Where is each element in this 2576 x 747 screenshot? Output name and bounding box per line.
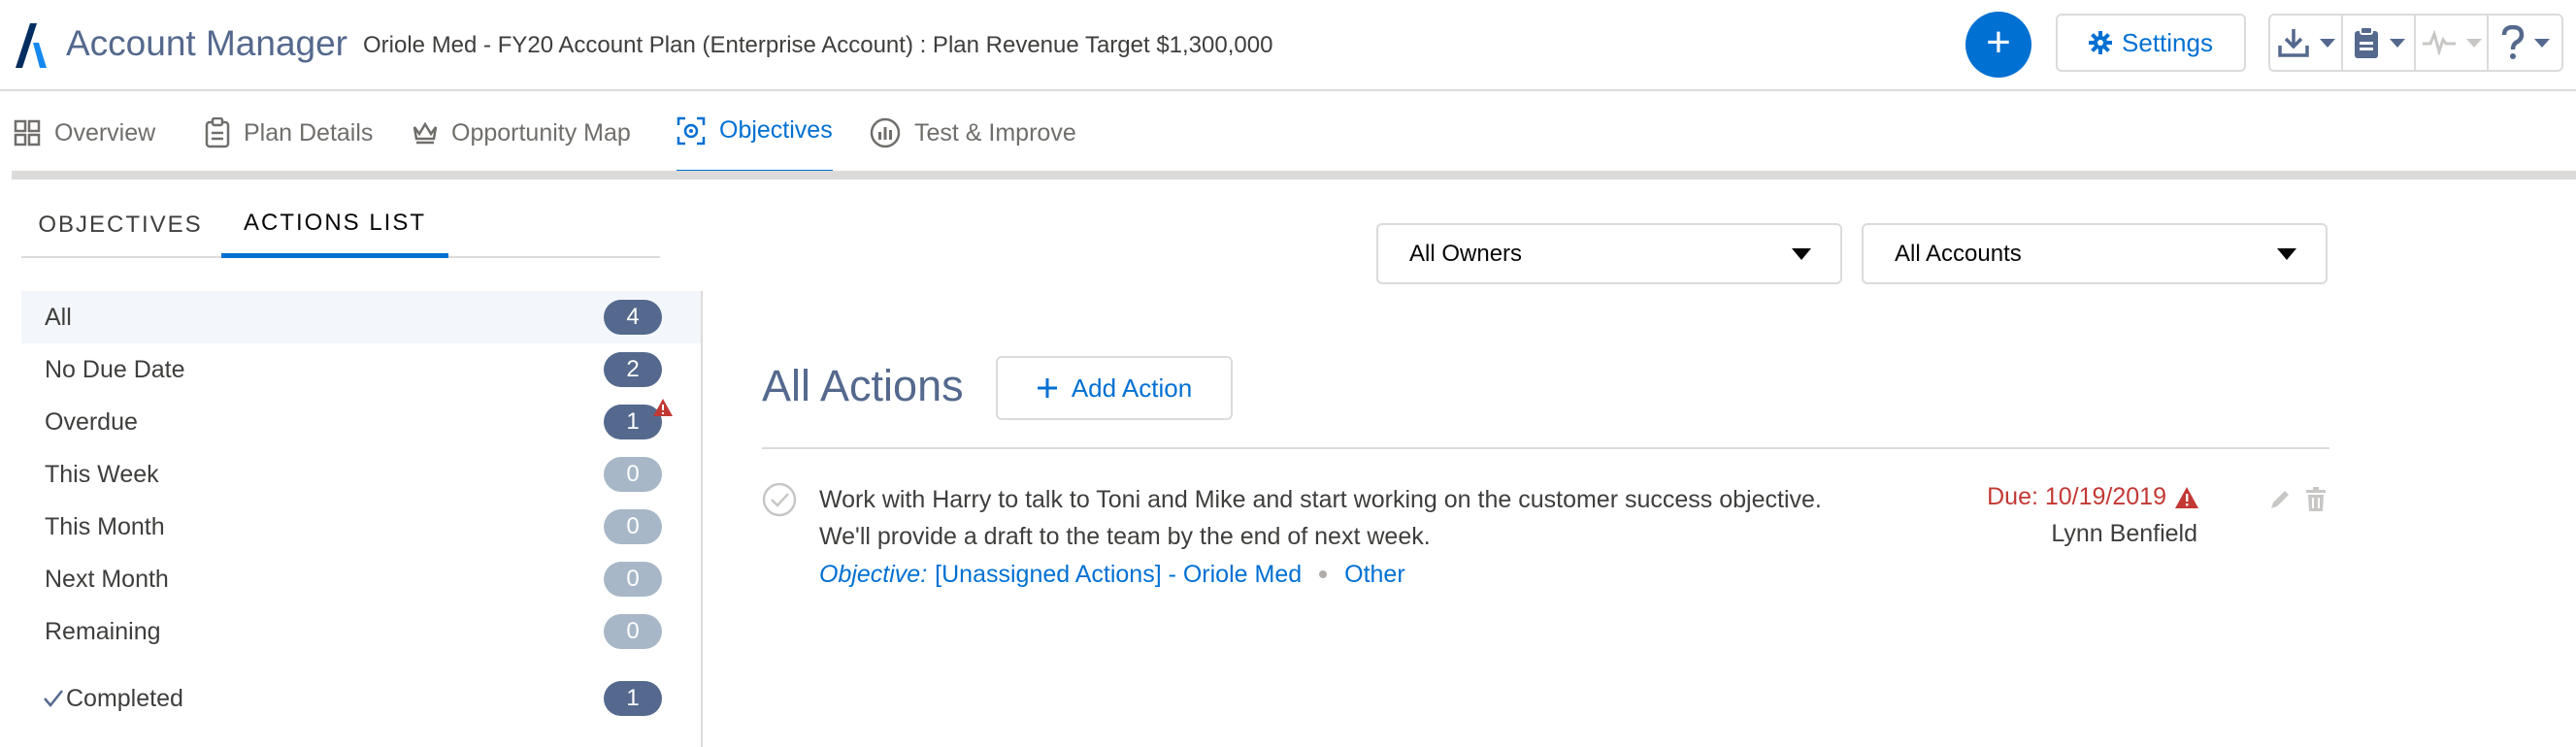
delete-trash-icon[interactable] — [2305, 487, 2327, 512]
plus-icon — [1037, 378, 1057, 398]
download-menu-button[interactable] — [2270, 16, 2343, 70]
help-icon — [2501, 25, 2524, 59]
count-badge: 4 — [604, 300, 662, 335]
global-header: Account Manager Oriole Med - FY20 Accoun… — [0, 0, 2576, 91]
count-badge: 0 — [604, 457, 662, 492]
due-date: Due: 10/19/2019 — [1844, 483, 2199, 511]
tab-objectives[interactable]: Objectives — [677, 91, 833, 175]
owner-filter-select[interactable]: All Owners — [1376, 223, 1842, 284]
filter-label: Remaining — [45, 617, 161, 645]
clipboard-icon — [205, 117, 230, 148]
filter-completed[interactable]: Completed 1 — [21, 672, 701, 725]
warning-icon — [2175, 486, 2198, 508]
separator-dot — [1319, 570, 1328, 578]
action-filter-sidebar: All 4 No Due Date 2 Overdue 1 This Week … — [21, 291, 703, 747]
clipboard-icon — [2354, 26, 2378, 58]
plan-title: Oriole Med - FY20 Account Plan (Enterpri… — [363, 32, 1273, 58]
crown-icon — [413, 121, 438, 145]
chevron-down-icon — [2465, 38, 2482, 48]
app-title: Account Manager — [66, 23, 348, 63]
count-badge: 0 — [604, 614, 662, 649]
filter-label: This Week — [45, 460, 159, 488]
filter-remaining[interactable]: Remaining 0 — [21, 605, 701, 658]
objective-link[interactable]: [Unassigned Actions] - Oriole Med — [935, 556, 1302, 593]
add-action-button[interactable]: Add Action — [996, 356, 1233, 420]
tab-test-improve[interactable]: Test & Improve — [870, 91, 1076, 175]
filter-label: This Month — [45, 512, 165, 540]
grid-icon — [14, 119, 41, 146]
filter-this-week[interactable]: This Week 0 — [21, 448, 701, 501]
section-divider — [762, 447, 2329, 449]
page-title: All Actions — [762, 361, 964, 410]
filter-label: Next Month — [45, 565, 169, 593]
filter-all[interactable]: All 4 — [21, 291, 701, 343]
tab-label: Plan Details — [244, 118, 374, 146]
filter-label: All — [45, 303, 72, 331]
tab-label: Opportunity Map — [451, 118, 631, 146]
owner-filter-value: All Owners — [1409, 240, 1523, 267]
checkmark-icon — [44, 690, 63, 707]
tab-plan-details[interactable]: Plan Details — [205, 91, 373, 175]
gear-icon — [2089, 31, 2113, 54]
count-badge: 0 — [604, 562, 662, 597]
action-objective: Objective: [Unassigned Actions] - Oriole… — [819, 556, 1405, 593]
subtab-actions-list[interactable]: ACTIONS LIST — [221, 192, 448, 258]
action-description: Work with Harry to talk to Toni and Mike… — [819, 486, 1822, 550]
filter-next-month[interactable]: Next Month 0 — [21, 553, 701, 605]
help-menu-button[interactable] — [2489, 16, 2561, 70]
settings-button[interactable]: Settings — [2056, 14, 2246, 72]
action-owner: Lynn Benfield — [2051, 520, 2197, 547]
add-action-label: Add Action — [1071, 373, 1193, 403]
global-add-button[interactable]: + — [1965, 12, 2031, 78]
tab-label: Overview — [54, 118, 156, 146]
category-link[interactable]: Other — [1344, 556, 1405, 593]
warning-icon — [653, 399, 673, 416]
app-logo — [16, 23, 47, 68]
due-date-text: Due: 10/19/2019 — [1987, 483, 2166, 510]
chart-icon — [870, 117, 901, 148]
tool-group — [2268, 14, 2563, 72]
activity-menu-button — [2416, 16, 2489, 70]
account-filter-value: All Accounts — [1895, 240, 2022, 267]
filter-this-month[interactable]: This Month 0 — [21, 501, 701, 553]
chevron-down-icon — [1792, 247, 1811, 260]
tab-opportunity-map[interactable]: Opportunity Map — [413, 91, 631, 175]
tab-label: Objectives — [719, 116, 833, 144]
count-badge: 1 — [604, 681, 662, 716]
account-filter-select[interactable]: All Accounts — [1862, 223, 2328, 284]
settings-label: Settings — [2122, 27, 2213, 57]
objective-label: Objective: — [819, 561, 928, 588]
chevron-down-icon — [2277, 247, 2296, 260]
filter-overdue[interactable]: Overdue 1 — [21, 396, 701, 448]
clipboard-menu-button[interactable] — [2343, 16, 2416, 70]
main-nav: Overview Plan Details Opportunity Map Ob… — [0, 91, 2576, 175]
filter-label: No Due Date — [45, 355, 185, 383]
count-badge: 2 — [604, 352, 662, 387]
download-icon — [2277, 29, 2309, 57]
subtab-objectives[interactable]: OBJECTIVES — [21, 192, 219, 258]
count-badge: 0 — [604, 509, 662, 544]
tab-overview[interactable]: Overview — [14, 91, 155, 175]
filter-no-due-date[interactable]: No Due Date 2 — [21, 343, 701, 396]
chevron-down-icon — [2533, 38, 2550, 48]
chevron-down-icon — [2389, 38, 2405, 48]
activity-icon — [2422, 30, 2456, 55]
nav-divider — [12, 171, 2576, 179]
edit-pencil-icon[interactable] — [2268, 488, 2292, 511]
target-icon — [677, 116, 706, 145]
tab-label: Test & Improve — [914, 118, 1076, 146]
filter-label: Overdue — [45, 407, 138, 436]
chevron-down-icon — [2319, 38, 2335, 48]
complete-action-checkbox[interactable] — [762, 482, 797, 517]
